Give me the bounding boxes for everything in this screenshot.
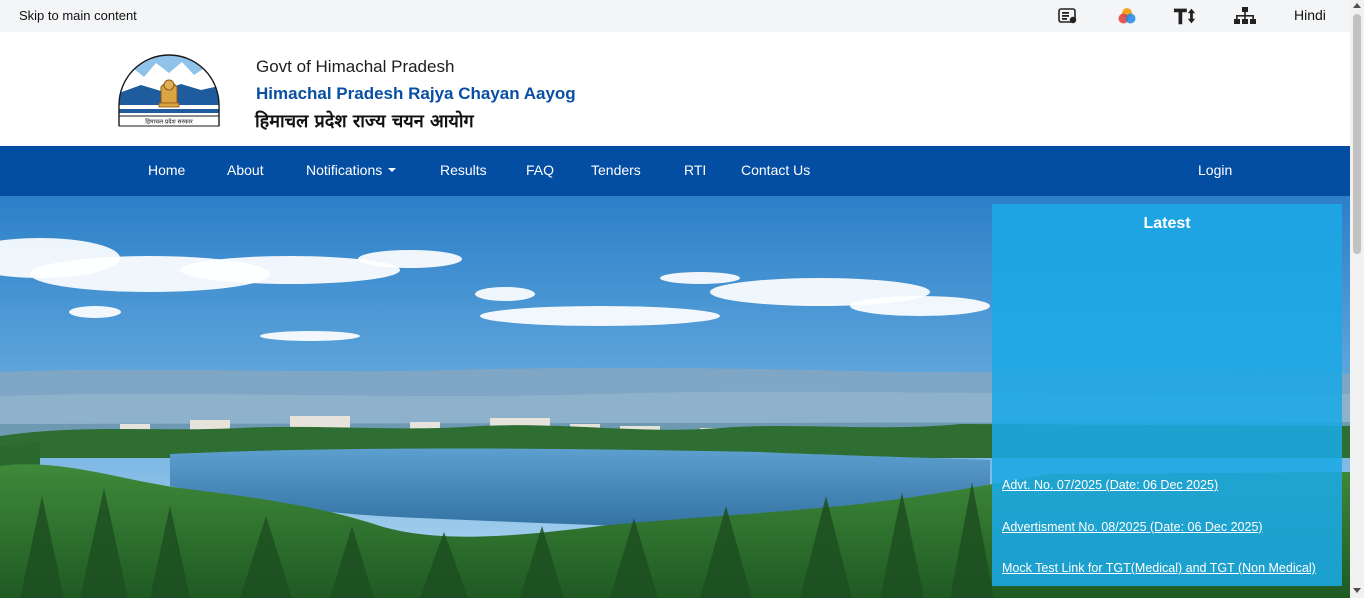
latest-updates-list: Advt. No. 07/2025 (Date: 06 Dec 2025) Ad… xyxy=(1002,476,1336,598)
scrollbar-thumb[interactable] xyxy=(1353,14,1361,254)
list-item: Mock Test Link for TGT(Medical) and TGT … xyxy=(1002,559,1336,598)
latest-link[interactable]: Advertisment No. 08/2025 (Date: 06 Dec 2… xyxy=(1002,520,1263,534)
caret-down-icon xyxy=(388,168,397,173)
latest-panel-title: Latest xyxy=(1143,215,1191,232)
svg-text:हिमाचल प्रदेश सरकार: हिमाचल प्रदेश सरकार xyxy=(145,118,193,126)
nav-item-rti[interactable]: RTI xyxy=(684,162,706,178)
nav-item-tenders[interactable]: Tenders xyxy=(591,162,641,178)
nav-item-notifications-dropdown[interactable]: Notifications xyxy=(306,162,397,178)
nav-item-notifications-label: Notifications xyxy=(306,162,383,178)
scroll-down-arrow-icon[interactable] xyxy=(1353,588,1361,593)
latest-updates-panel: Latest Advt. No. 07/2025 (Date: 06 Dec 2… xyxy=(992,204,1342,586)
nav-item-home[interactable]: Home xyxy=(148,162,185,178)
page-scrollbar[interactable] xyxy=(1350,0,1364,598)
list-item: Advertisment No. 08/2025 (Date: 06 Dec 2… xyxy=(1002,518,1336,560)
screen-reader-icon[interactable] xyxy=(1056,5,1080,27)
main-navigation: Home About Notifications Results FAQ Ten… xyxy=(0,146,1350,196)
latest-link[interactable]: Advt. No. 07/2025 (Date: 06 Dec 2025) xyxy=(1002,478,1218,492)
nav-item-faq[interactable]: FAQ xyxy=(526,162,554,178)
org-name-english: Himachal Pradesh Rajya Chayan Aayog xyxy=(256,84,576,103)
latest-link[interactable]: Mock Test Link for TGT(Medical) and TGT … xyxy=(1002,561,1316,575)
skip-to-main-link[interactable]: Skip to main content xyxy=(19,8,137,23)
govt-name: Govt of Himachal Pradesh xyxy=(256,57,455,76)
nav-item-about[interactable]: About xyxy=(227,162,264,178)
list-item: Advt. No. 07/2025 (Date: 06 Dec 2025) xyxy=(1002,476,1336,518)
sitemap-icon[interactable] xyxy=(1233,5,1257,27)
nav-item-results[interactable]: Results xyxy=(440,162,487,178)
scroll-up-arrow-icon[interactable] xyxy=(1353,3,1361,8)
org-name-hindi: हिमाचल प्रदेश राज्य चयन आयोग xyxy=(255,111,474,132)
site-header: हिमाचल प्रदेश सरकार Govt of Himachal Pra… xyxy=(0,32,1350,146)
language-toggle-link[interactable]: Hindi xyxy=(1294,7,1326,23)
top-utility-bar: Skip to main content Hindi xyxy=(0,0,1350,32)
nav-item-contact-us[interactable]: Contact Us xyxy=(741,162,810,178)
text-size-icon[interactable] xyxy=(1173,5,1197,27)
state-emblem-logo[interactable]: हिमाचल प्रदेश सरकार xyxy=(116,53,222,127)
login-link[interactable]: Login xyxy=(1198,162,1232,178)
color-contrast-icon[interactable] xyxy=(1115,5,1139,27)
